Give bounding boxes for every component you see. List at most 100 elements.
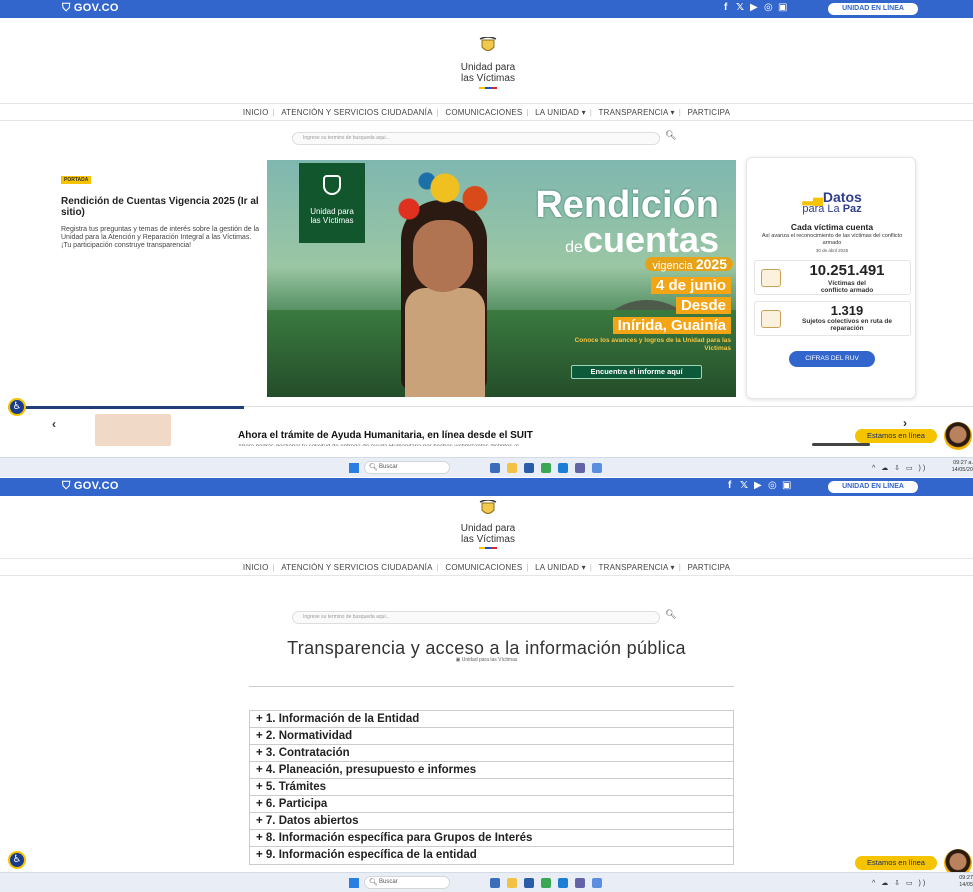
facebook-icon[interactable]: f <box>728 480 731 491</box>
colombia-crest-icon <box>479 500 497 514</box>
accordion-item-normatividad[interactable]: + 2. Normatividad <box>250 728 733 745</box>
flickr-icon[interactable]: ▣ <box>778 2 787 13</box>
banner-desde: Desde <box>675 297 731 314</box>
page-subtitle: ▣ Unidad para las Víctimas <box>455 657 518 663</box>
search-icon[interactable]: 🔍︎ <box>665 130 676 140</box>
accessibility-icon[interactable]: ♿︎ <box>8 851 26 869</box>
flag-underline <box>479 87 497 89</box>
main-nav: INICIO | ATENCIÓN Y SERVICIOS CIUDADANÍA |… <box>0 103 973 121</box>
nav-inicio[interactable]: INICIO <box>239 108 273 117</box>
datos-logo: ▂▄Datos <box>802 189 862 205</box>
taskbar-search[interactable]: 🔍︎ Buscar <box>364 876 450 889</box>
youtube-icon[interactable]: ▶ <box>750 2 758 13</box>
accordion-item-datos-abiertos[interactable]: + 7. Datos abiertos <box>250 813 733 830</box>
nav-atencion[interactable]: ATENCIÓN Y SERVICIOS CIUDADANÍA <box>277 108 436 117</box>
nav-participa[interactable]: PARTICIPA <box>683 563 734 572</box>
x-icon[interactable]: 𝕏 <box>736 2 744 13</box>
screenshot-home: ⛉ GOV.CO f 𝕏 ▶ ◎ ▣ UNIDAD EN LÍNEA Unida… <box>0 0 973 450</box>
accordion-item-tramites[interactable]: + 5. Trámites <box>250 779 733 796</box>
colombia-crest-icon <box>479 37 497 51</box>
rendicion-banner[interactable]: Unidad para las Víctimas Rendición decue… <box>267 160 736 397</box>
accordion-item-grupos-interes[interactable]: + 8. Información específica para Grupos … <box>250 830 733 847</box>
accordion-item-contratacion[interactable]: + 3. Contratación <box>250 745 733 762</box>
store-icon[interactable] <box>524 463 534 473</box>
nav-comunicaciones[interactable]: COMUNICACIONES <box>441 563 526 572</box>
instagram-icon[interactable]: ◎ <box>764 2 773 13</box>
govco-logo[interactable]: ⛉ GOV.CO <box>62 480 119 493</box>
slider-thumbnail[interactable] <box>95 414 171 446</box>
portada-description: Registra tus preguntas y temas de interé… <box>61 226 260 249</box>
nav-atencion[interactable]: ATENCIÓN Y SERVICIOS CIUDADANÍA <box>277 563 436 572</box>
chevron-left-icon[interactable]: ‹ <box>52 417 56 431</box>
youtube-icon[interactable]: ▶ <box>754 480 762 491</box>
edge-icon[interactable] <box>558 878 568 888</box>
accordion-item-planeacion[interactable]: + 4. Planeación, presupuesto e informes <box>250 762 733 779</box>
teams-icon[interactable] <box>575 463 585 473</box>
banner-cta-button[interactable]: Encuentra el informe aquí <box>571 365 702 379</box>
unidad-en-linea-button[interactable]: UNIDAD EN LÍNEA <box>828 3 918 15</box>
banner-crest-icon <box>323 175 341 195</box>
nav-transparencia[interactable]: TRANSPARENCIA ▾ <box>595 563 679 572</box>
windows-start-icon[interactable] <box>349 463 359 473</box>
chrome-icon[interactable] <box>541 463 551 473</box>
facebook-icon[interactable]: f <box>724 2 727 13</box>
file-explorer-icon[interactable] <box>507 463 517 473</box>
instagram-icon[interactable]: ◎ <box>768 480 777 491</box>
file-explorer-icon[interactable] <box>507 878 517 888</box>
datos-heading: Cada víctima cuenta <box>790 222 874 232</box>
brand-logo[interactable]: Unidad para las Víctimas <box>440 523 536 545</box>
chat-avatar[interactable] <box>944 422 972 450</box>
flickr-icon[interactable]: ▣ <box>782 480 791 491</box>
search-input[interactable]: Ingrese su termino de busqueda aqui... <box>292 132 660 145</box>
nav-inicio[interactable]: INICIO <box>239 563 273 572</box>
search-icon[interactable]: 🔍︎ <box>665 609 676 619</box>
taskview-icon[interactable] <box>490 463 500 473</box>
flag-underline <box>479 547 497 549</box>
chrome-icon[interactable] <box>541 878 551 888</box>
nav-la-unidad[interactable]: LA UNIDAD ▾ <box>531 563 590 572</box>
system-tray[interactable]: ^ ☁ ⇩ ▭ )) <box>872 464 927 472</box>
divider <box>249 686 734 687</box>
accessibility-icon[interactable]: ♿︎ <box>8 398 26 416</box>
chevron-right-icon[interactable]: › <box>903 416 907 430</box>
brand-logo[interactable]: Unidad para las Víctimas <box>440 62 536 84</box>
edge-icon[interactable] <box>558 463 568 473</box>
banner-note: Conoce los avances y logros de la Unidad… <box>574 337 731 352</box>
transparency-accordion: + 1. Información de la Entidad + 2. Norm… <box>249 710 734 865</box>
clock[interactable]: 09:27 14/05 <box>945 875 973 889</box>
cifras-ruv-button[interactable]: CIFRAS DEL RUV <box>789 351 875 367</box>
gov-top-bar: ⛉ GOV.CO f 𝕏 ▶ ◎ ▣ UNIDAD EN LÍNEA <box>0 0 973 18</box>
accordion-item-participa[interactable]: + 6. Participa <box>250 796 733 813</box>
chat-status-button[interactable]: Estamos en línea <box>855 856 937 870</box>
accordion-item-informacion-entidad[interactable]: + 1. Información de la Entidad <box>250 711 733 728</box>
search-input[interactable]: Ingrese su termino de busqueda aqui... <box>292 611 660 624</box>
accordion-item-info-especifica[interactable]: + 9. Información específica de la entida… <box>250 847 733 864</box>
store-icon[interactable] <box>524 878 534 888</box>
taskview-icon[interactable] <box>490 878 500 888</box>
windows-taskbar: 🔍︎ Buscar ^ ☁ ⇩ ▭ )) 09:27 a. 14/05/20 <box>0 457 973 477</box>
portada-tag: PORTADA <box>61 176 92 184</box>
unidad-en-linea-button[interactable]: UNIDAD EN LÍNEA <box>828 481 918 493</box>
gov-top-bar: ⛉ GOV.CO f 𝕏 ▶ ◎ ▣ UNIDAD EN LÍNEA <box>0 478 973 496</box>
nav-transparencia[interactable]: TRANSPARENCIA ▾ <box>595 108 679 117</box>
chat-status-button[interactable]: Estamos en línea <box>855 429 937 443</box>
system-tray[interactable]: ^ ☁ ⇩ ▭ )) <box>872 879 927 887</box>
x-icon[interactable]: 𝕏 <box>740 480 748 491</box>
windows-start-icon[interactable] <box>349 878 359 888</box>
banner-date: 4 de junio <box>650 277 731 294</box>
clock[interactable]: 09:27 a. 14/05/20 <box>945 460 973 474</box>
nav-participa[interactable]: PARTICIPA <box>683 108 734 117</box>
ver-mas-button[interactable] <box>812 443 870 446</box>
app-icon[interactable] <box>592 463 602 473</box>
teams-icon[interactable] <box>575 878 585 888</box>
banner-portrait <box>375 160 515 397</box>
taskbar-search[interactable]: 🔍︎ Buscar <box>364 461 450 474</box>
govco-shield-icon: ⛉ <box>62 2 71 14</box>
govco-logo[interactable]: ⛉ GOV.CO <box>62 2 119 15</box>
slider-title[interactable]: Ahora el trámite de Ayuda Humanitaria, e… <box>238 430 533 441</box>
nav-la-unidad[interactable]: LA UNIDAD ▾ <box>531 108 590 117</box>
nav-comunicaciones[interactable]: COMUNICACIONES <box>441 108 526 117</box>
govco-shield-icon: ⛉ <box>62 480 71 492</box>
app-icon[interactable] <box>592 878 602 888</box>
portada-title-link[interactable]: Rendición de Cuentas Vigencia 2025 (Ir a… <box>61 196 261 218</box>
